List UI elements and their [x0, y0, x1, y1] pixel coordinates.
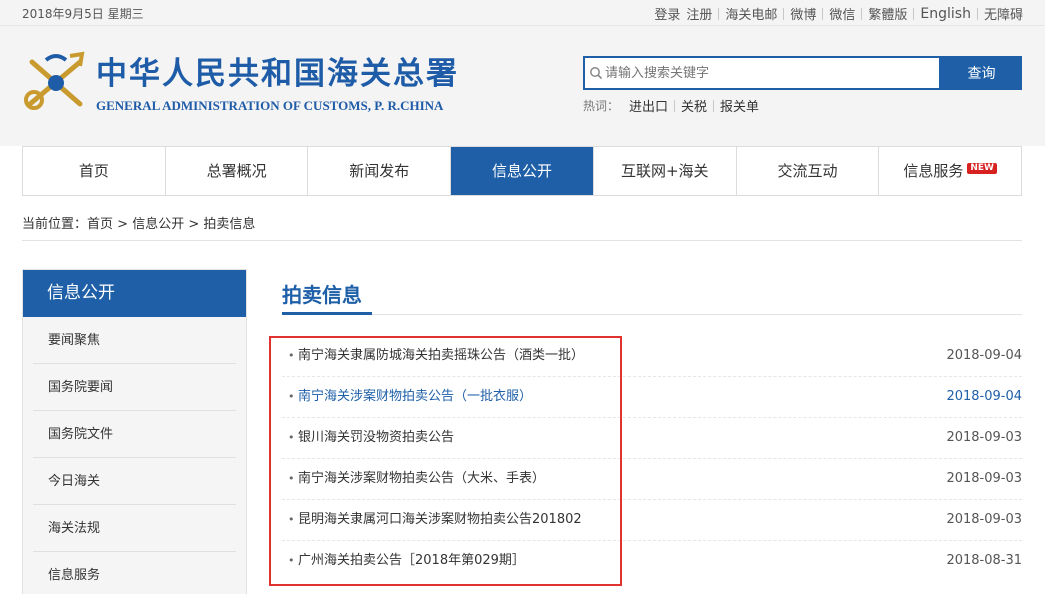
main-nav: 首页 总署概况 新闻发布 信息公开 互联网+海关 交流互动 信息服务 NEW	[22, 146, 1022, 196]
list-item: • 南宁海关隶属防城海关拍卖摇珠公告（酒类一批） 2018-09-04	[282, 336, 1022, 377]
wechat-link[interactable]: 微信	[823, 4, 861, 23]
login-link[interactable]: 登录	[648, 4, 683, 23]
search-button[interactable]: 查询	[941, 56, 1022, 90]
news-list: • 南宁海关隶属防城海关拍卖摇珠公告（酒类一批） 2018-09-04 • 南宁…	[282, 336, 1022, 582]
news-date: 2018-09-04	[946, 389, 1022, 404]
sidebar-title: 信息公开	[23, 270, 246, 317]
search-input[interactable]	[583, 56, 941, 90]
bullet-icon: •	[288, 349, 295, 362]
news-date: 2018-09-03	[946, 471, 1022, 486]
hot-keyword-declaration[interactable]: 报关单	[714, 96, 765, 115]
breadcrumb-separator: >	[113, 217, 133, 232]
news-date: 2018-08-31	[946, 553, 1022, 568]
bullet-icon: •	[288, 390, 295, 403]
sidebar-item-customs-today[interactable]: 今日海关	[33, 458, 236, 505]
accessibility-link[interactable]: 无障碍	[978, 4, 1023, 23]
news-date: 2018-09-03	[946, 430, 1022, 445]
list-item: • 广州海关拍卖公告［2018年第029期］ 2018-08-31	[282, 541, 1022, 582]
title-divider	[282, 314, 1022, 315]
sidebar-list: 要闻聚焦 国务院要闻 国务院文件 今日海关 海关法规 信息服务	[23, 317, 246, 594]
hot-keyword-import-export[interactable]: 进出口	[623, 96, 674, 115]
site-title-cn[interactable]: 中华人民共和国海关总署	[96, 48, 459, 93]
sidebar-item-state-council-news[interactable]: 国务院要闻	[33, 364, 236, 411]
new-badge: NEW	[967, 163, 997, 174]
breadcrumb-info-disclosure[interactable]: 信息公开	[132, 217, 184, 232]
nav-interaction[interactable]: 交流互动	[737, 147, 880, 195]
bullet-icon: •	[288, 431, 295, 444]
sidebar-item-info-service[interactable]: 信息服务	[33, 552, 236, 594]
sidebar-item-customs-regulations[interactable]: 海关法规	[33, 505, 236, 552]
top-bar: 2018年9月5日 星期三 登录 注册 海关电邮 微博 微信 繁體版 Engli…	[0, 0, 1045, 26]
traditional-chinese-link[interactable]: 繁體版	[862, 4, 913, 23]
nav-info-service[interactable]: 信息服务 NEW	[879, 147, 1021, 195]
sidebar: 信息公开 要闻聚焦 国务院要闻 国务院文件 今日海关 海关法规 信息服务	[22, 269, 247, 594]
list-item: • 银川海关罚没物资拍卖公告 2018-09-03	[282, 418, 1022, 459]
hot-keywords: 热词： 进出口 关税 报关单	[583, 96, 765, 115]
breadcrumb-home[interactable]: 首页	[87, 217, 113, 232]
news-title-link[interactable]: 南宁海关涉案财物拍卖公告（大米、手表）	[298, 459, 545, 499]
hot-keywords-label: 热词：	[583, 99, 620, 113]
page-title: 拍卖信息	[282, 283, 362, 307]
nav-internet-customs[interactable]: 互联网+海关	[594, 147, 737, 195]
breadcrumb-separator: >	[184, 217, 204, 232]
hot-keyword-tariff[interactable]: 关税	[675, 96, 713, 115]
breadcrumb-label: 当前位置：	[22, 217, 88, 232]
list-item: • 昆明海关隶属河口海关涉案财物拍卖公告201802 2018-09-03	[282, 500, 1022, 541]
current-date: 2018年9月5日 星期三	[22, 7, 144, 21]
list-item: • 南宁海关涉案财物拍卖公告（一批衣服） 2018-09-04	[282, 377, 1022, 418]
sidebar-item-key-news[interactable]: 要闻聚焦	[33, 317, 236, 364]
bullet-icon: •	[288, 554, 295, 567]
customs-mail-link[interactable]: 海关电邮	[719, 4, 783, 23]
top-links: 登录 注册 海关电邮 微博 微信 繁體版 English 无障碍	[648, 4, 1023, 24]
weibo-link[interactable]: 微博	[784, 4, 822, 23]
nav-info-service-label: 信息服务	[903, 162, 964, 180]
customs-emblem-icon[interactable]	[22, 50, 90, 112]
bullet-icon: •	[288, 472, 295, 485]
nav-home[interactable]: 首页	[23, 147, 166, 195]
search-bar: 查询	[583, 56, 1022, 90]
register-link[interactable]: 注册	[683, 4, 718, 23]
site-title-en[interactable]: GENERAL ADMINISTRATION OF CUSTOMS, P. R.…	[96, 98, 443, 114]
news-date: 2018-09-04	[946, 348, 1022, 363]
news-title-link[interactable]: 昆明海关隶属河口海关涉案财物拍卖公告201802	[298, 500, 582, 540]
nav-news[interactable]: 新闻发布	[308, 147, 452, 195]
news-title-link[interactable]: 广州海关拍卖公告［2018年第029期］	[298, 541, 525, 581]
breadcrumb: 当前位置：首页 > 信息公开 > 拍卖信息	[22, 213, 1022, 241]
news-title-link[interactable]: 银川海关罚没物资拍卖公告	[298, 418, 454, 458]
list-item: • 南宁海关涉案财物拍卖公告（大米、手表） 2018-09-03	[282, 459, 1022, 500]
news-title-link[interactable]: 南宁海关涉案财物拍卖公告（一批衣服）	[298, 377, 532, 417]
news-date: 2018-09-03	[946, 512, 1022, 527]
site-header: 中华人民共和国海关总署 GENERAL ADMINISTRATION OF CU…	[0, 26, 1045, 146]
nav-info-disclosure[interactable]: 信息公开	[451, 147, 594, 195]
bullet-icon: •	[288, 513, 295, 526]
title-underline	[282, 312, 372, 315]
sidebar-item-state-council-documents[interactable]: 国务院文件	[33, 411, 236, 458]
english-link[interactable]: English	[914, 6, 977, 22]
news-title-link[interactable]: 南宁海关隶属防城海关拍卖摇珠公告（酒类一批）	[298, 336, 584, 376]
breadcrumb-auction-info[interactable]: 拍卖信息	[203, 217, 255, 232]
search-icon	[590, 67, 603, 80]
nav-overview[interactable]: 总署概况	[166, 147, 309, 195]
